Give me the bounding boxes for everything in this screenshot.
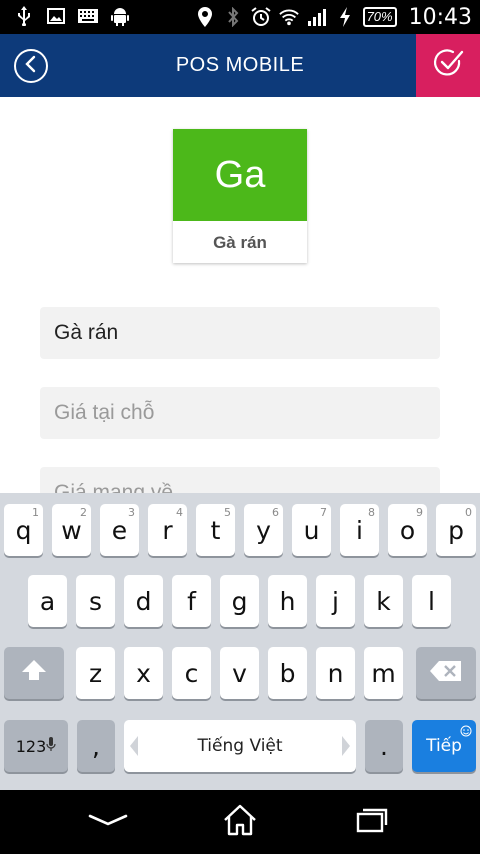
key-d[interactable]: d	[124, 575, 163, 627]
key-number-hint: 9	[416, 506, 423, 519]
key-number-hint: 7	[320, 506, 327, 519]
comma-key[interactable]: ,	[77, 720, 115, 772]
space-key[interactable]: Tiếng Việt	[124, 720, 356, 772]
key-s[interactable]: s	[76, 575, 115, 627]
image-icon	[46, 6, 66, 26]
key-j[interactable]: j	[316, 575, 355, 627]
android-icon	[110, 6, 130, 26]
key-r[interactable]: r4	[148, 504, 187, 556]
space-left-arrow-icon	[129, 734, 139, 763]
key-letter: u	[303, 515, 320, 545]
home-icon	[222, 803, 258, 842]
symbols-label: 123	[15, 736, 47, 756]
backspace-key[interactable]	[416, 647, 476, 699]
soft-keyboard: q1 w2 e3 r4 t5 y6 u7 i8 o9 p0 a s d f g …	[0, 493, 480, 790]
item-form: Ga Gà rán Gà rán Giá tại chỗ Giá mang về	[0, 97, 480, 493]
status-left-icons	[14, 6, 130, 26]
key-letter: e	[111, 515, 128, 545]
key-number-hint: 8	[368, 506, 375, 519]
key-v[interactable]: v	[220, 647, 259, 699]
nav-recents-button[interactable]	[352, 804, 392, 840]
usb-icon	[14, 6, 34, 26]
next-key[interactable]: Tiếp	[412, 720, 476, 772]
key-letter: t	[210, 515, 221, 545]
key-letter: p	[448, 515, 464, 545]
charging-icon	[335, 7, 355, 27]
key-m[interactable]: m	[364, 647, 403, 699]
symbols-key[interactable]: 123	[4, 720, 68, 772]
key-l[interactable]: l	[412, 575, 451, 627]
backspace-icon	[429, 659, 463, 688]
microphone-icon	[46, 736, 56, 756]
key-w[interactable]: w2	[52, 504, 91, 556]
clock: 10:43	[408, 4, 472, 30]
key-q[interactable]: q1	[4, 504, 43, 556]
key-n[interactable]: n	[316, 647, 355, 699]
item-initials: Ga	[173, 129, 307, 221]
keyboard-icon	[78, 6, 98, 26]
next-label: Tiếp	[426, 736, 462, 756]
key-k[interactable]: k	[364, 575, 403, 627]
emoji-icon	[460, 722, 472, 742]
key-o[interactable]: o9	[388, 504, 427, 556]
key-letter: r	[162, 515, 173, 545]
key-y[interactable]: y6	[244, 504, 283, 556]
key-c[interactable]: c	[172, 647, 211, 699]
signal-icon	[307, 7, 327, 27]
status-bar: 70% 10:43	[0, 0, 480, 34]
key-number-hint: 4	[176, 506, 183, 519]
key-letter: y	[256, 515, 271, 545]
price-here-input[interactable]: Giá tại chỗ	[40, 387, 440, 439]
key-h[interactable]: h	[268, 575, 307, 627]
key-t[interactable]: t5	[196, 504, 235, 556]
confirm-button[interactable]	[416, 34, 480, 97]
check-circle-icon	[432, 47, 464, 84]
app-header: POS MOBILE	[0, 34, 480, 97]
key-number-hint: 0	[465, 506, 472, 519]
language-label: Tiếng Việt	[197, 736, 283, 756]
key-p[interactable]: p0	[436, 504, 476, 556]
key-u[interactable]: u7	[292, 504, 331, 556]
key-number-hint: 1	[32, 506, 39, 519]
price-takeaway-input[interactable]: Giá mang về	[40, 467, 440, 493]
item-tile[interactable]: Ga Gà rán	[173, 129, 307, 263]
key-e[interactable]: e3	[100, 504, 139, 556]
back-chevron-icon	[88, 812, 128, 833]
status-right-icons: 70% 10:43	[195, 4, 472, 30]
item-name-input[interactable]: Gà rán	[40, 307, 440, 359]
key-letter: i	[356, 515, 363, 545]
key-number-hint: 2	[80, 506, 87, 519]
key-b[interactable]: b	[268, 647, 307, 699]
location-icon	[195, 7, 215, 27]
key-letter: q	[15, 515, 32, 545]
key-a[interactable]: a	[28, 575, 67, 627]
shift-key[interactable]	[4, 647, 64, 699]
key-letter: o	[399, 515, 416, 545]
key-g[interactable]: g	[220, 575, 259, 627]
space-right-arrow-icon	[341, 734, 351, 763]
key-i[interactable]: i8	[340, 504, 379, 556]
alarm-icon	[250, 7, 271, 27]
key-z[interactable]: z	[76, 647, 115, 699]
key-x[interactable]: x	[124, 647, 163, 699]
key-number-hint: 3	[128, 506, 135, 519]
key-f[interactable]: f	[172, 575, 211, 627]
shift-arrow-icon	[20, 658, 48, 688]
bluetooth-icon	[223, 7, 243, 27]
wifi-icon	[278, 7, 299, 27]
recents-icon	[356, 807, 388, 838]
item-tile-name: Gà rán	[213, 233, 267, 252]
navigation-bar	[0, 790, 480, 854]
nav-home-button[interactable]	[220, 804, 260, 840]
period-key[interactable]: .	[365, 720, 403, 772]
key-number-hint: 6	[272, 506, 279, 519]
page-title: POS MOBILE	[175, 54, 305, 76]
nav-back-button[interactable]	[88, 804, 128, 840]
key-letter: w	[61, 515, 82, 545]
battery-level: 70%	[362, 7, 397, 27]
key-number-hint: 5	[224, 506, 231, 519]
